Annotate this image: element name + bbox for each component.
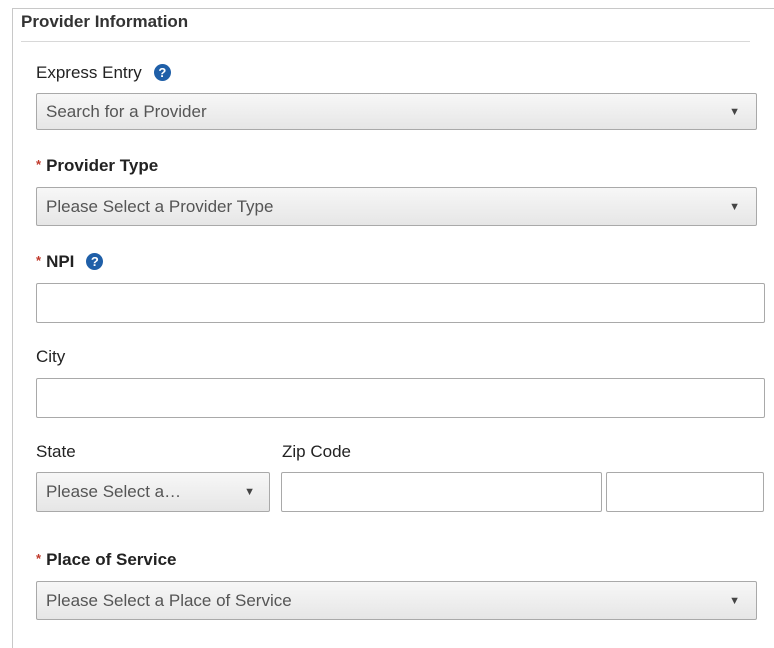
chevron-down-icon: ▼ [729,594,740,607]
chevron-down-icon: ▼ [729,200,740,213]
state-label: State [36,442,76,461]
express-entry-label: Express Entry? [36,63,171,83]
express-entry-placeholder: Search for a Provider [46,101,207,121]
npi-label-text: NPI [46,252,75,271]
help-icon[interactable]: ? [153,64,171,81]
title-divider [21,41,750,42]
chevron-down-icon: ▼ [729,105,740,118]
state-select[interactable]: Please Select a… ▼ [36,472,270,512]
provider-type-placeholder: Please Select a Provider Type [46,196,274,216]
city-label: City [36,347,66,366]
required-marker: * [36,551,42,566]
zip-code-label: Zip Code [282,442,351,461]
zip-code-input[interactable] [281,472,602,512]
express-entry-select[interactable]: Search for a Provider ▼ [36,93,757,130]
npi-label: * NPI? [36,252,104,272]
required-marker: * [36,157,42,172]
zip-extension-input[interactable] [606,472,764,512]
provider-type-label: * Provider Type [36,156,158,176]
provider-type-select[interactable]: Please Select a Provider Type ▼ [36,187,757,226]
place-of-service-placeholder: Please Select a Place of Service [46,590,292,610]
provider-type-label-text: Provider Type [46,156,159,175]
help-icon[interactable]: ? [86,253,104,270]
express-entry-label-text: Express Entry [36,63,142,82]
state-placeholder: Please Select a… [46,482,182,501]
city-input[interactable] [36,378,765,418]
section-title: Provider Information [21,12,189,31]
npi-input[interactable] [36,283,765,323]
chevron-down-icon: ▼ [244,486,255,498]
place-of-service-select[interactable]: Please Select a Place of Service ▼ [36,581,757,620]
required-marker: * [36,253,42,268]
place-of-service-label: * Place of Service [36,550,176,570]
place-of-service-label-text: Place of Service [46,550,177,569]
